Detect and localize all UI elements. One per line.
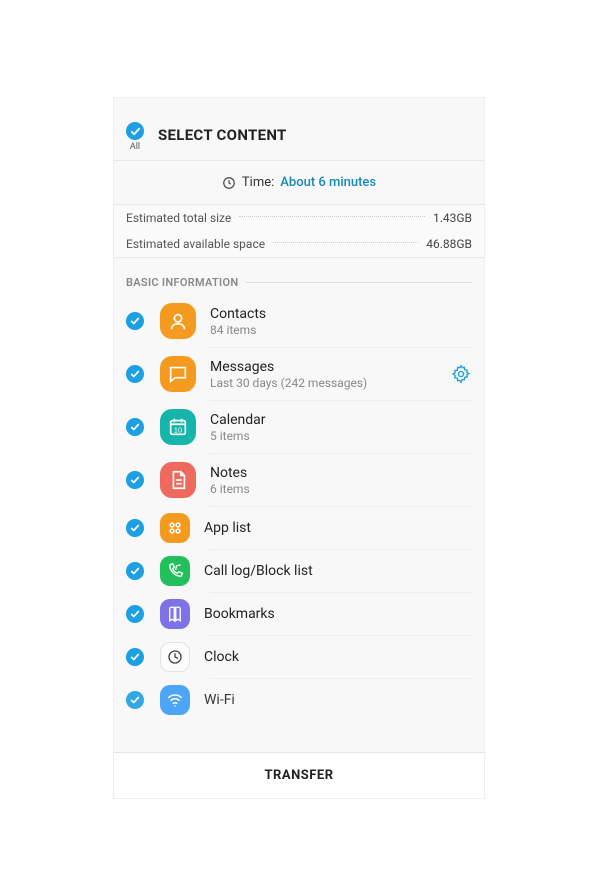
divider-dotted [273, 242, 418, 243]
checkbox-messages[interactable] [126, 365, 144, 383]
item-subtitle: 6 items [210, 482, 472, 496]
clock-app-icon [160, 642, 190, 672]
item-subtitle: 5 items [210, 429, 472, 443]
item-subtitle: Last 30 days (242 messages) [210, 376, 450, 390]
item-title: Wi-Fi [204, 692, 472, 708]
footer-bar: TRANSFER [114, 752, 484, 798]
checkbox-contacts[interactable] [126, 312, 144, 330]
checkbox-applist[interactable] [126, 519, 144, 537]
item-text: App list [204, 520, 472, 536]
checkbox-calendar[interactable] [126, 418, 144, 436]
list-item-applist[interactable]: App list [126, 507, 472, 549]
list-item-notes[interactable]: Notes 6 items [126, 454, 472, 506]
item-text: Notes 6 items [210, 465, 472, 496]
item-title: Clock [204, 649, 472, 665]
available-space-row: Estimated available space 46.88GB [126, 231, 472, 257]
list-item-bookmarks[interactable]: Bookmarks [126, 593, 472, 635]
select-all-toggle[interactable]: All [126, 122, 144, 152]
calendar-icon: 10 [160, 409, 196, 445]
total-size-row: Estimated total size 1.43GB [126, 205, 472, 231]
content-list[interactable]: Contacts 84 items Messages Last 30 days … [114, 295, 484, 721]
checkbox-notes[interactable] [126, 471, 144, 489]
divider-line [246, 282, 472, 283]
item-text: Call log/Block list [204, 563, 472, 579]
list-item-clock[interactable]: Clock [126, 636, 472, 678]
checkbox-wifi[interactable] [126, 691, 144, 709]
list-item-calendar[interactable]: 10 Calendar 5 items [126, 401, 472, 453]
item-text: Wi-Fi [204, 692, 472, 708]
item-title: Notes [210, 465, 472, 481]
messages-icon [160, 356, 196, 392]
item-title: Contacts [210, 306, 472, 322]
available-space-label: Estimated available space [126, 237, 265, 251]
bookmarks-icon [160, 599, 190, 629]
select-all-label: All [130, 142, 140, 152]
item-title: Calendar [210, 412, 472, 428]
svg-text:10: 10 [174, 426, 182, 435]
available-space-value: 46.88GB [426, 237, 472, 251]
item-title: Call log/Block list [204, 563, 472, 579]
list-item-wifi[interactable]: Wi-Fi [126, 679, 472, 721]
page-title: SELECT CONTENT [158, 126, 287, 152]
checkbox-calllog[interactable] [126, 562, 144, 580]
messages-settings-button[interactable] [450, 363, 472, 385]
notes-icon [160, 462, 196, 498]
phone-icon [160, 556, 190, 586]
transfer-button[interactable]: TRANSFER [264, 768, 333, 783]
estimated-time-row: Time: About 6 minutes [114, 161, 484, 204]
wifi-icon [160, 685, 190, 715]
checkbox-bookmarks[interactable] [126, 605, 144, 623]
section-basic-information: BASIC INFORMATION [114, 258, 484, 295]
size-info-block: Estimated total size 1.43GB Estimated av… [114, 204, 484, 258]
app-screen: All SELECT CONTENT Time: About 6 minutes… [113, 97, 485, 799]
item-text: Clock [204, 649, 472, 665]
applist-icon [160, 513, 190, 543]
item-text: Calendar 5 items [210, 412, 472, 443]
item-text: Contacts 84 items [210, 306, 472, 337]
item-title: Messages [210, 359, 450, 375]
list-item-calllog[interactable]: Call log/Block list [126, 550, 472, 592]
header: All SELECT CONTENT [114, 98, 484, 161]
section-label: BASIC INFORMATION [126, 276, 238, 289]
item-subtitle: 84 items [210, 323, 472, 337]
time-label: Time: [242, 175, 274, 190]
item-title: Bookmarks [204, 606, 472, 622]
select-all-checkmark-icon [126, 122, 144, 140]
total-size-value: 1.43GB [433, 211, 472, 225]
item-text: Bookmarks [204, 606, 472, 622]
list-item-messages[interactable]: Messages Last 30 days (242 messages) [126, 348, 472, 400]
total-size-label: Estimated total size [126, 211, 231, 225]
clock-icon [222, 176, 236, 190]
list-item-contacts[interactable]: Contacts 84 items [126, 295, 472, 347]
item-text: Messages Last 30 days (242 messages) [210, 359, 450, 390]
checkbox-clock[interactable] [126, 648, 144, 666]
divider-dotted [239, 216, 425, 217]
contacts-icon [160, 303, 196, 339]
item-title: App list [204, 520, 472, 536]
time-value: About 6 minutes [280, 175, 376, 190]
